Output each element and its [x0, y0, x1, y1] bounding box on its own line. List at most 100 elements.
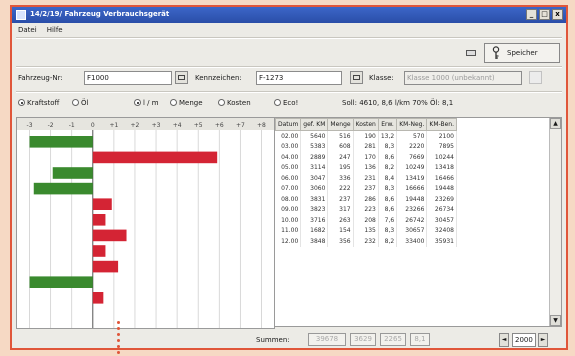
printer-icon [466, 50, 476, 56]
menu-datei[interactable]: Datei [18, 24, 37, 36]
app-window: 14/2/19/ Fahrzeug Verbrauchsgerät _ □ x … [10, 5, 568, 350]
table-cell: 16466 [426, 173, 457, 184]
tick-label: +5 [194, 122, 203, 129]
table-cell: 08.00 [275, 194, 302, 205]
table-cell: 30657 [396, 225, 428, 236]
table-cell: 232 [353, 236, 379, 247]
summen-label: Summen: [256, 336, 290, 344]
tick-label: +7 [236, 122, 245, 129]
deviation-chart: -3 -2 -1 0 +1 +2 +3 +4 +5 +6 +7 +8 [16, 117, 275, 329]
sum-kosten: 2265 [380, 333, 406, 346]
print-button[interactable] [464, 47, 478, 59]
table-row[interactable]: 12.00 3848 356 232 8,2 33400 35931 [275, 236, 457, 247]
table-row[interactable]: 11.00 1682 154 135 8,3 30657 32408 [275, 225, 457, 236]
table-row[interactable]: 05.00 3114 195 136 8,2 10249 13418 [275, 162, 457, 173]
kennzeichen-lookup-button[interactable] [350, 71, 363, 84]
table-cell: 8,2 [378, 162, 398, 173]
table-cell: 12.00 [275, 236, 302, 247]
column-header[interactable]: Erw. [377, 118, 398, 131]
menu-bar: Datei Hilfe [12, 24, 566, 36]
toolbar: Speicher [12, 39, 566, 65]
radio-menge[interactable]: Menge [170, 97, 203, 109]
table-cell: 26742 [396, 215, 428, 226]
radio-oel[interactable]: Öl [72, 97, 88, 109]
year-prev-button[interactable]: ◄ [499, 333, 509, 347]
bar-12.00 [92, 292, 104, 304]
tick-label: 0 [91, 122, 95, 129]
tick-label: +8 [257, 122, 266, 129]
scroll-up-icon[interactable]: ▲ [550, 118, 561, 129]
table-cell: 05.00 [275, 162, 302, 173]
column-header[interactable]: KM-Neg. [396, 118, 428, 131]
kennzeichen-label: Kennzeichen: [195, 74, 242, 82]
table-row[interactable]: 04.00 2889 247 170 8,6 7669 10244 [275, 152, 457, 163]
table-row[interactable]: 02.00 5640 516 190 13,2 570 2100 [275, 130, 457, 142]
table-cell: 13419 [396, 173, 428, 184]
radio-dot-icon [274, 99, 281, 106]
bar-11.00 [29, 276, 93, 288]
table-cell: 8,6 [378, 204, 398, 215]
table-cell: 8,4 [378, 173, 398, 184]
fahrzeug-input[interactable]: F1000 [84, 71, 172, 85]
table-cell: 263 [327, 215, 354, 226]
annotation-dots [117, 321, 120, 354]
sum-menge: 3629 [350, 333, 376, 346]
bar-10.00 [92, 260, 119, 273]
tick-label: +6 [215, 122, 224, 129]
bar-08.00 [92, 229, 127, 242]
radio-dot-icon [134, 99, 141, 106]
column-header[interactable]: KM-Ben. [426, 118, 457, 131]
table-cell: 237 [353, 183, 379, 194]
year-next-button[interactable]: ► [538, 333, 548, 347]
radio-kosten[interactable]: Kosten [218, 97, 251, 109]
save-button-label: Speicher [507, 49, 538, 57]
column-header[interactable]: Kosten [352, 118, 379, 131]
radio-dot-icon [170, 99, 177, 106]
table-row[interactable]: 08.00 3831 237 286 8,6 19448 23269 [275, 194, 457, 205]
table-row[interactable]: 09.00 3823 317 223 8,6 23266 26734 [275, 204, 457, 215]
menu-hilfe[interactable]: Hilfe [47, 24, 63, 36]
table-cell: 07.00 [275, 183, 302, 194]
klasse-lookup-button[interactable] [529, 71, 542, 84]
table-cell: 33400 [396, 236, 428, 247]
save-button[interactable]: Speicher [484, 43, 560, 63]
table-cell: 281 [353, 141, 379, 152]
key-icon [492, 46, 500, 59]
table-cell: 8,3 [378, 183, 398, 194]
table-cell: 3823 [300, 204, 329, 215]
bar-03.00 [92, 151, 218, 164]
table-cell: 208 [353, 215, 379, 226]
consumption-table: Datum gef. KM Menge Kosten Erw. KM-Neg. KM-Ben… [274, 118, 457, 247]
scroll-down-icon[interactable]: ▼ [550, 315, 561, 326]
table-cell: 23269 [426, 194, 457, 205]
deviation-chart-svg: -3 -2 -1 0 +1 +2 +3 +4 +5 +6 +7 +8 [17, 118, 274, 328]
fahrzeug-lookup-button[interactable] [175, 71, 188, 84]
bar-09.00 [92, 245, 106, 257]
kennzeichen-input[interactable]: F-1273 [256, 71, 342, 85]
table-cell: 8,2 [378, 236, 398, 247]
column-header[interactable]: gef. KM [300, 118, 329, 131]
column-header[interactable]: Menge [327, 118, 354, 131]
table-cell: 23266 [396, 204, 428, 215]
divider [16, 91, 562, 93]
year-value[interactable]: 2000 [512, 333, 536, 347]
maximize-button[interactable]: □ [539, 9, 550, 20]
minimize-button[interactable]: _ [526, 9, 537, 20]
klasse-input[interactable]: Klasse 1000 (unbekannt) [404, 71, 522, 85]
column-header[interactable]: Datum [274, 118, 302, 131]
table-cell: 19448 [426, 183, 457, 194]
table-scrollbar[interactable]: ▲ ▼ [549, 118, 561, 326]
radio-eco[interactable]: Eco! [274, 97, 298, 109]
bar-07.00 [92, 214, 106, 226]
radio-kraftstoff[interactable]: Kraftstoff [18, 97, 59, 109]
table-row[interactable]: 06.00 3047 336 231 8,4 13419 16466 [275, 173, 457, 184]
table-row[interactable]: 07.00 3060 222 237 8,3 16666 19448 [275, 183, 457, 194]
radio-l-m[interactable]: l / m [134, 97, 159, 109]
options-row: Kraftstoff Öl l / m Menge Kosten Eco! So… [12, 97, 566, 109]
table-row[interactable]: 03.00 5383 608 281 8,3 2220 7895 [275, 141, 457, 152]
radio-dot-icon [218, 99, 225, 106]
klasse-label: Klasse: [369, 74, 394, 82]
table-cell: 02.00 [275, 130, 302, 142]
table-row[interactable]: 10.00 3716 263 208 7,6 26742 30457 [275, 215, 457, 226]
close-button[interactable]: x [552, 9, 563, 20]
